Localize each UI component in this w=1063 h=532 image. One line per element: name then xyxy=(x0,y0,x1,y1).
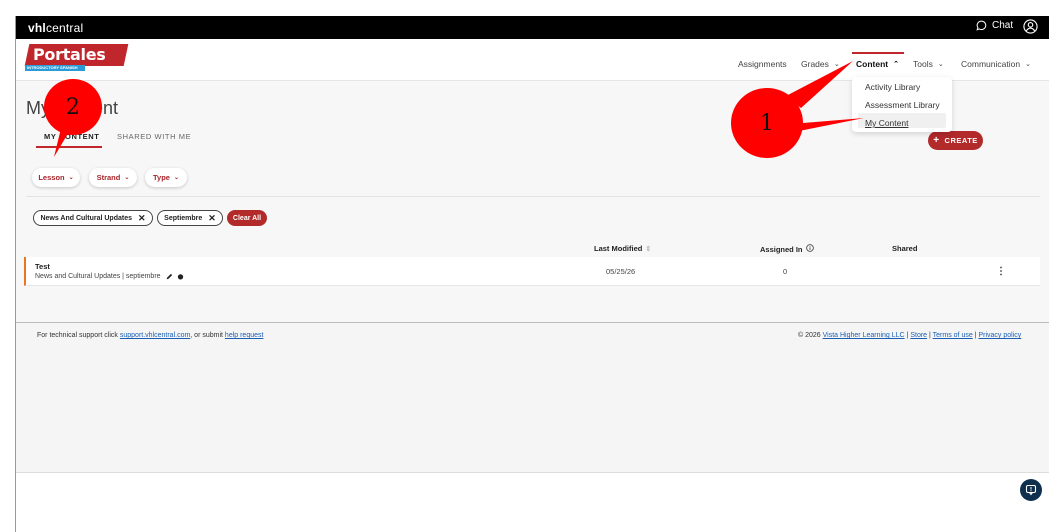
annotation-marker-1: 1 xyxy=(731,88,803,158)
annotation-arrows xyxy=(54,61,864,157)
annotation-marker-2: 2 xyxy=(44,79,102,135)
browser-viewport: vhlcentral Chat Portales 2.0 INTRODUCTOR… xyxy=(15,16,1049,532)
